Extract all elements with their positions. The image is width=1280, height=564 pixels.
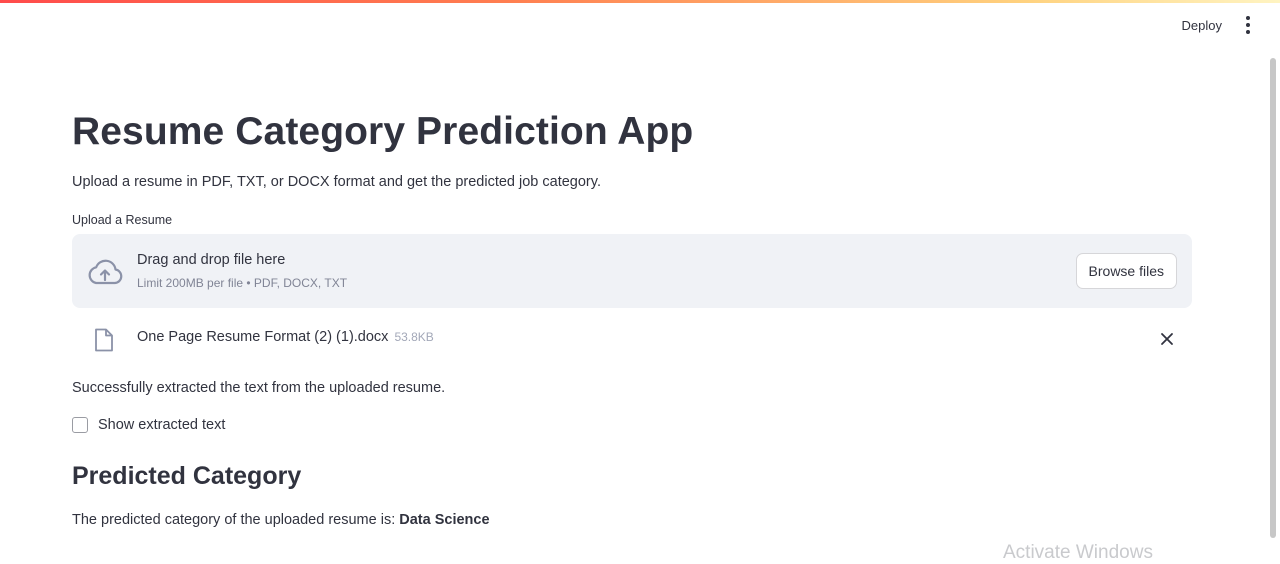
top-decoration-bar <box>0 0 1280 3</box>
checkbox-box[interactable] <box>72 417 88 433</box>
dropzone-limit: Limit 200MB per file • PDF, DOCX, TXT <box>137 276 348 290</box>
predicted-category: Data Science <box>399 512 490 528</box>
dropzone-title: Drag and drop file here <box>137 252 286 268</box>
file-size: 53.8KB <box>394 330 434 344</box>
prediction-result: The predicted category of the uploaded r… <box>72 512 1192 528</box>
file-icon <box>95 328 113 352</box>
more-vert-icon[interactable] <box>1240 16 1256 34</box>
app-header: Deploy <box>1182 16 1256 34</box>
success-message: Successfully extracted the text from the… <box>72 380 446 396</box>
uploader-label: Upload a Resume <box>72 213 173 227</box>
deploy-button[interactable]: Deploy <box>1182 18 1222 33</box>
windows-watermark: Activate Windows <box>1003 542 1153 563</box>
cloud-upload-icon <box>88 259 123 285</box>
dropzone-text: Drag and drop file here Limit 200MB per … <box>137 252 347 290</box>
page-description: Upload a resume in PDF, TXT, or DOCX for… <box>72 174 601 190</box>
checkbox-label[interactable]: Show extracted text <box>98 417 225 433</box>
uploaded-file-info: One Page Resume Format (2) (1).docx 53.8K… <box>137 329 434 345</box>
close-icon[interactable] <box>1160 332 1174 346</box>
prediction-text: The predicted category of the uploaded r… <box>72 512 396 528</box>
file-dropzone[interactable]: Drag and drop file here Limit 200MB per … <box>72 234 1192 308</box>
show-extracted-text-checkbox[interactable]: Show extracted text <box>72 417 1192 433</box>
page-title: Resume Category Prediction App <box>72 110 694 153</box>
file-name: One Page Resume Format (2) (1).docx <box>137 329 389 345</box>
main-content: Resume Category Prediction App Upload a … <box>72 110 1192 528</box>
prediction-heading: Predicted Category <box>72 462 302 490</box>
uploaded-file-row: One Page Resume Format (2) (1).docx 53.8K… <box>72 308 1192 368</box>
scrollbar[interactable] <box>1270 58 1276 538</box>
browse-files-button[interactable]: Browse files <box>1075 253 1177 289</box>
